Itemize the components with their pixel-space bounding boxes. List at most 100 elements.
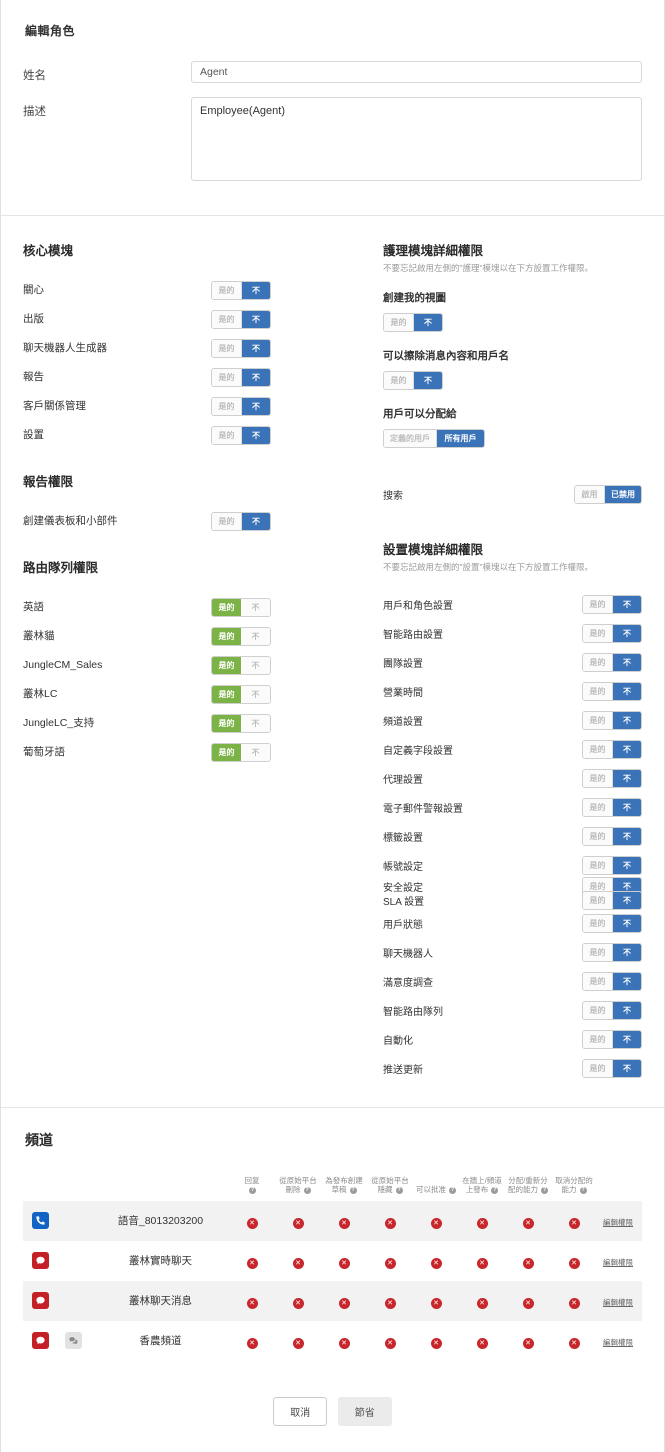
- denied-icon[interactable]: ✕: [430, 1217, 442, 1229]
- toggle-no[interactable]: 不: [612, 682, 641, 700]
- toggle-yes[interactable]: 是的: [384, 314, 413, 332]
- yes-no-toggle[interactable]: 是的 不: [582, 1000, 642, 1020]
- toggle-no[interactable]: 不: [241, 339, 270, 357]
- toggle-yes[interactable]: 是的: [583, 914, 612, 932]
- yes-no-toggle[interactable]: 是的 不: [211, 655, 271, 675]
- toggle-no[interactable]: 不: [241, 656, 270, 674]
- denied-icon[interactable]: ✕: [568, 1257, 580, 1269]
- denied-icon[interactable]: ✕: [430, 1297, 442, 1309]
- create-my-view-toggle[interactable]: 是的 不: [383, 313, 443, 333]
- denied-icon[interactable]: ✕: [338, 1297, 350, 1309]
- toggle-no[interactable]: 不: [241, 397, 270, 415]
- denied-icon[interactable]: ✕: [522, 1217, 534, 1229]
- denied-icon[interactable]: ✕: [384, 1337, 396, 1349]
- yes-no-toggle[interactable]: 是的 不: [582, 594, 642, 614]
- search-toggle[interactable]: 啟用 已禁用: [574, 485, 642, 505]
- denied-icon[interactable]: ✕: [246, 1337, 258, 1349]
- denied-icon[interactable]: ✕: [522, 1257, 534, 1269]
- yes-no-toggle[interactable]: 是的 不: [211, 396, 271, 416]
- denied-icon[interactable]: ✕: [522, 1297, 534, 1309]
- description-textarea[interactable]: Employee(Agent): [191, 97, 642, 181]
- toggle-no[interactable]: 不: [612, 740, 641, 758]
- denied-icon[interactable]: ✕: [338, 1337, 350, 1349]
- denied-icon[interactable]: ✕: [522, 1337, 534, 1349]
- help-icon[interactable]: ?: [579, 1187, 587, 1195]
- yes-no-toggle[interactable]: 是的 不: [582, 652, 642, 672]
- yes-no-toggle[interactable]: 是的 不: [211, 511, 271, 531]
- yes-no-toggle[interactable]: 是的 不: [211, 597, 271, 617]
- toggle-yes[interactable]: 是的: [583, 769, 612, 787]
- toggle-no[interactable]: 不: [241, 685, 270, 703]
- toggle-yes[interactable]: 是的: [583, 740, 612, 758]
- yes-no-toggle[interactable]: 是的 不: [582, 797, 642, 817]
- help-icon[interactable]: ?: [449, 1187, 457, 1195]
- toggle-yes[interactable]: 是的: [212, 397, 241, 415]
- toggle-yes[interactable]: 是的: [583, 891, 612, 909]
- yes-no-toggle[interactable]: 是的 不: [582, 681, 642, 701]
- help-icon[interactable]: ?: [395, 1187, 403, 1195]
- save-button[interactable]: 節省: [337, 1396, 392, 1426]
- toggle-no[interactable]: 不: [241, 627, 270, 645]
- denied-icon[interactable]: ✕: [246, 1257, 258, 1269]
- denied-icon[interactable]: ✕: [292, 1337, 304, 1349]
- yes-no-toggle[interactable]: 是的 不: [211, 742, 271, 762]
- toggle-no[interactable]: 不: [241, 426, 270, 444]
- toggle-no[interactable]: 不: [612, 769, 641, 787]
- toggle-yes[interactable]: 是的: [212, 627, 241, 645]
- denied-icon[interactable]: ✕: [292, 1297, 304, 1309]
- toggle-no[interactable]: 不: [612, 827, 641, 845]
- help-icon[interactable]: ?: [349, 1187, 357, 1195]
- toggle-yes[interactable]: 是的: [583, 595, 612, 613]
- toggle-yes[interactable]: 是的: [212, 339, 241, 357]
- edit-permissions-link[interactable]: 編輯權限: [603, 1338, 633, 1347]
- cancel-button[interactable]: 取消: [273, 1396, 328, 1426]
- yes-no-toggle[interactable]: 是的 不: [211, 684, 271, 704]
- yes-no-toggle[interactable]: 是的 不: [582, 1058, 642, 1078]
- denied-icon[interactable]: ✕: [476, 1297, 488, 1309]
- assign-users-toggle[interactable]: 定義的用戶 所有用戶: [383, 429, 485, 449]
- denied-icon[interactable]: ✕: [568, 1297, 580, 1309]
- denied-icon[interactable]: ✕: [476, 1257, 488, 1269]
- toggle-yes[interactable]: 是的: [212, 368, 241, 386]
- yes-no-toggle[interactable]: 是的 不: [211, 713, 271, 733]
- toggle-yes[interactable]: 是的: [212, 426, 241, 444]
- toggle-no[interactable]: 不: [241, 368, 270, 386]
- toggle-no[interactable]: 不: [612, 595, 641, 613]
- toggle-yes[interactable]: 是的: [583, 682, 612, 700]
- yes-no-toggle[interactable]: 是的 不: [582, 739, 642, 759]
- yes-no-toggle[interactable]: 是的 不: [211, 626, 271, 646]
- toggle-disabled[interactable]: 已禁用: [604, 486, 641, 504]
- toggle-no[interactable]: 不: [612, 1059, 641, 1077]
- yes-no-toggle[interactable]: 是的 不: [211, 280, 271, 300]
- toggle-no[interactable]: 不: [241, 310, 270, 328]
- toggle-yes[interactable]: 是的: [583, 827, 612, 845]
- yes-no-toggle[interactable]: 是的 不: [211, 367, 271, 387]
- yes-no-toggle[interactable]: 是的 不: [582, 890, 642, 910]
- toggle-no[interactable]: 不: [612, 1030, 641, 1048]
- yes-no-toggle[interactable]: 是的 不: [582, 826, 642, 846]
- toggle-yes[interactable]: 是的: [212, 714, 241, 732]
- toggle-no[interactable]: 不: [612, 798, 641, 816]
- toggle-no[interactable]: 不: [612, 943, 641, 961]
- yes-no-toggle[interactable]: 是的 不: [582, 942, 642, 962]
- denied-icon[interactable]: ✕: [246, 1297, 258, 1309]
- yes-no-toggle[interactable]: 是的 不: [211, 338, 271, 358]
- yes-no-toggle[interactable]: 是的 不: [582, 623, 642, 643]
- denied-icon[interactable]: ✕: [246, 1217, 258, 1229]
- yes-no-toggle[interactable]: 是的 不: [211, 425, 271, 445]
- toggle-no[interactable]: 不: [241, 512, 270, 530]
- edit-permissions-link[interactable]: 編輯權限: [603, 1258, 633, 1267]
- toggle-enabled[interactable]: 啟用: [575, 486, 604, 504]
- denied-icon[interactable]: ✕: [384, 1297, 396, 1309]
- toggle-no[interactable]: 不: [612, 624, 641, 642]
- toggle-yes[interactable]: 是的: [583, 1030, 612, 1048]
- denied-icon[interactable]: ✕: [338, 1217, 350, 1229]
- yes-no-toggle[interactable]: 是的 不: [582, 710, 642, 730]
- denied-icon[interactable]: ✕: [384, 1257, 396, 1269]
- toggle-all-users[interactable]: 所有用戶: [436, 430, 484, 448]
- yes-no-toggle[interactable]: 是的 不: [582, 913, 642, 933]
- toggle-no[interactable]: 不: [612, 1001, 641, 1019]
- yes-no-toggle[interactable]: 是的 不: [582, 768, 642, 788]
- toggle-yes[interactable]: 是的: [583, 1059, 612, 1077]
- toggle-yes[interactable]: 是的: [212, 598, 241, 616]
